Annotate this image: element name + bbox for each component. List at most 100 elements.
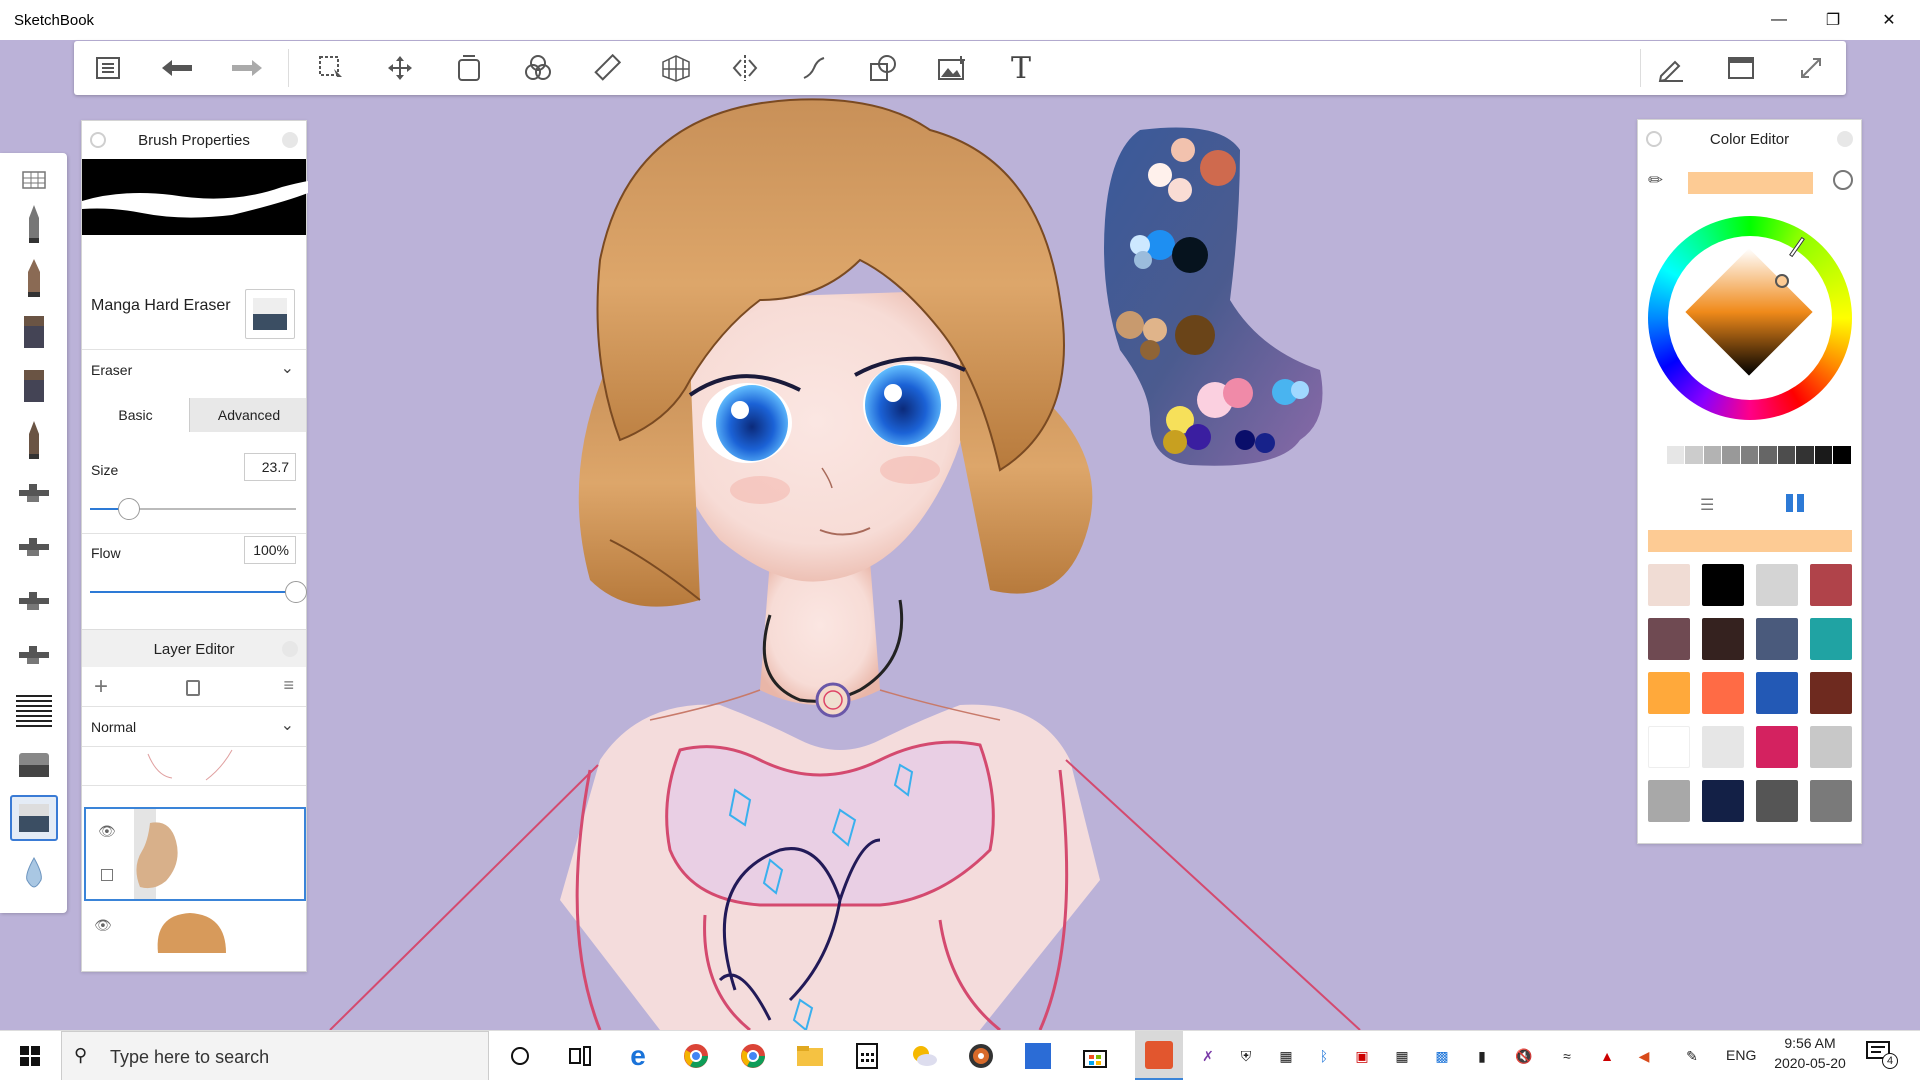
chrome-icon[interactable] (676, 1036, 716, 1076)
flow-value-input[interactable]: 100% (244, 536, 296, 564)
symmetry-icon[interactable] (728, 51, 762, 85)
color-swatch[interactable] (1810, 780, 1852, 822)
color-puck-icon[interactable] (1833, 170, 1853, 190)
size-value-input[interactable]: 23.7 (244, 453, 296, 481)
gray-swatch[interactable] (1648, 446, 1667, 464)
color-swatch[interactable] (1648, 726, 1690, 768)
color-swatch[interactable] (1756, 780, 1798, 822)
flat-brush-icon[interactable] (10, 309, 58, 355)
color-swatch[interactable] (1756, 672, 1798, 714)
size-slider-handle[interactable] (118, 498, 141, 520)
current-color-swatch[interactable] (1688, 172, 1813, 194)
color-swatch[interactable] (1648, 618, 1690, 660)
color-swatch[interactable] (1756, 618, 1798, 660)
undo-icon[interactable] (160, 51, 194, 85)
tray-app-icon[interactable]: ▩ (1430, 1044, 1454, 1068)
stroke-icon[interactable] (797, 51, 831, 85)
defender-icon[interactable]: ⛨ (1234, 1044, 1258, 1068)
panel-collapse-icon[interactable] (1837, 131, 1853, 147)
ink-pen-brush-icon[interactable] (10, 255, 58, 301)
airbrush-hard-icon[interactable] (10, 579, 58, 625)
wide-brush-icon[interactable] (10, 363, 58, 409)
app-icon[interactable] (1018, 1036, 1058, 1076)
selection-icon[interactable] (314, 51, 348, 85)
color-swatch[interactable] (1810, 618, 1852, 660)
swatches-grid-icon[interactable] (1786, 494, 1804, 512)
gray-swatch[interactable] (1796, 446, 1815, 464)
pencil-brush-icon[interactable] (10, 201, 58, 247)
tray-app-icon[interactable]: ▲ (1595, 1044, 1619, 1068)
manga-hard-eraser-tool[interactable] (10, 795, 58, 841)
edge-icon[interactable]: e (618, 1036, 658, 1076)
windows-start-icon[interactable] (10, 1036, 50, 1076)
blender-drop-icon[interactable] (10, 849, 58, 895)
taskbar-search-box[interactable]: ⚲ Type here to search (61, 1031, 489, 1080)
panel-collapse-icon[interactable] (282, 132, 298, 148)
layer-thumbnail-row[interactable] (82, 748, 306, 786)
wifi-icon[interactable]: ≈ (1555, 1044, 1579, 1068)
language-indicator[interactable]: ENG (1726, 1047, 1756, 1063)
task-view-icon[interactable] (560, 1036, 600, 1076)
weather-icon[interactable] (904, 1036, 944, 1076)
color-swatch[interactable] (1810, 564, 1852, 606)
color-swatch[interactable] (1810, 672, 1852, 714)
panel-grip-icon[interactable] (1646, 131, 1662, 147)
gray-swatch[interactable] (1685, 446, 1704, 464)
size-slider[interactable] (90, 498, 296, 520)
brush-category-dropdown[interactable]: Eraser ⌄ (82, 350, 306, 390)
airbrush-icon[interactable] (10, 471, 58, 517)
fullscreen-icon[interactable] (1794, 51, 1828, 85)
layer-row[interactable]: 👁 (82, 903, 306, 957)
menu-list-icon[interactable] (91, 51, 125, 85)
window-icon[interactable] (1724, 51, 1758, 85)
color-swatch[interactable] (1648, 564, 1690, 606)
redo-icon[interactable] (230, 51, 264, 85)
file-explorer-icon[interactable] (790, 1036, 830, 1076)
layer-lock-icon[interactable] (101, 869, 113, 881)
round-brush-icon[interactable] (10, 417, 58, 463)
clock[interactable]: 9:56 AM 2020-05-20 (1768, 1035, 1852, 1077)
color-swatch[interactable] (1756, 726, 1798, 768)
sketchbook-taskbar-button[interactable] (1135, 1031, 1183, 1080)
sliders-icon[interactable]: ☰ (1700, 495, 1714, 515)
airbrush-fine-icon[interactable] (10, 633, 58, 679)
color-mix-icon[interactable] (521, 51, 555, 85)
gray-swatch[interactable] (1814, 446, 1834, 464)
store-icon[interactable] (1075, 1036, 1115, 1076)
move-icon[interactable] (383, 51, 417, 85)
battery-icon[interactable]: ▮ (1470, 1044, 1494, 1068)
insert-image-icon[interactable] (935, 51, 969, 85)
eye-icon[interactable]: 👁 (98, 823, 116, 840)
tray-app-icon[interactable]: ▦ (1274, 1044, 1298, 1068)
gray-swatch[interactable] (1833, 446, 1853, 464)
color-swatch[interactable] (1648, 672, 1690, 714)
layer-fill-icon[interactable] (186, 680, 200, 696)
gray-swatch[interactable] (1666, 446, 1686, 464)
gray-swatch[interactable] (1759, 446, 1778, 464)
perspective-icon[interactable] (659, 51, 693, 85)
tab-advanced[interactable]: Advanced (190, 398, 308, 432)
color-swatch[interactable] (1756, 564, 1798, 606)
color-swatch[interactable] (1648, 780, 1690, 822)
color-swatch[interactable] (1702, 672, 1744, 714)
gray-swatch[interactable] (1703, 446, 1723, 464)
gray-swatch[interactable] (1740, 446, 1760, 464)
tray-app-icon[interactable]: ▣ (1350, 1044, 1374, 1068)
blend-mode-dropdown[interactable]: Normal ⌄ (82, 707, 306, 747)
panel-grip-icon[interactable] (90, 132, 106, 148)
airbrush-soft-icon[interactable] (10, 525, 58, 571)
layer-menu-icon[interactable]: ≡ (283, 675, 294, 696)
color-swatch[interactable] (1702, 726, 1744, 768)
ruler-icon[interactable] (590, 51, 624, 85)
tray-app-icon[interactable]: ◀ (1632, 1044, 1656, 1068)
calculator-icon[interactable] (847, 1036, 887, 1076)
media-player-icon[interactable] (961, 1036, 1001, 1076)
shape-icon[interactable] (866, 51, 900, 85)
color-swatch[interactable] (1810, 726, 1852, 768)
text-icon[interactable]: T (1004, 51, 1038, 86)
pen-workspace-icon[interactable]: ✎ (1680, 1044, 1704, 1068)
tray-app-icon[interactable]: ✗ (1196, 1044, 1220, 1068)
layer-fill-icon[interactable] (452, 51, 486, 85)
flow-slider-handle[interactable] (285, 581, 307, 603)
eraser-tool-icon[interactable] (10, 741, 58, 787)
